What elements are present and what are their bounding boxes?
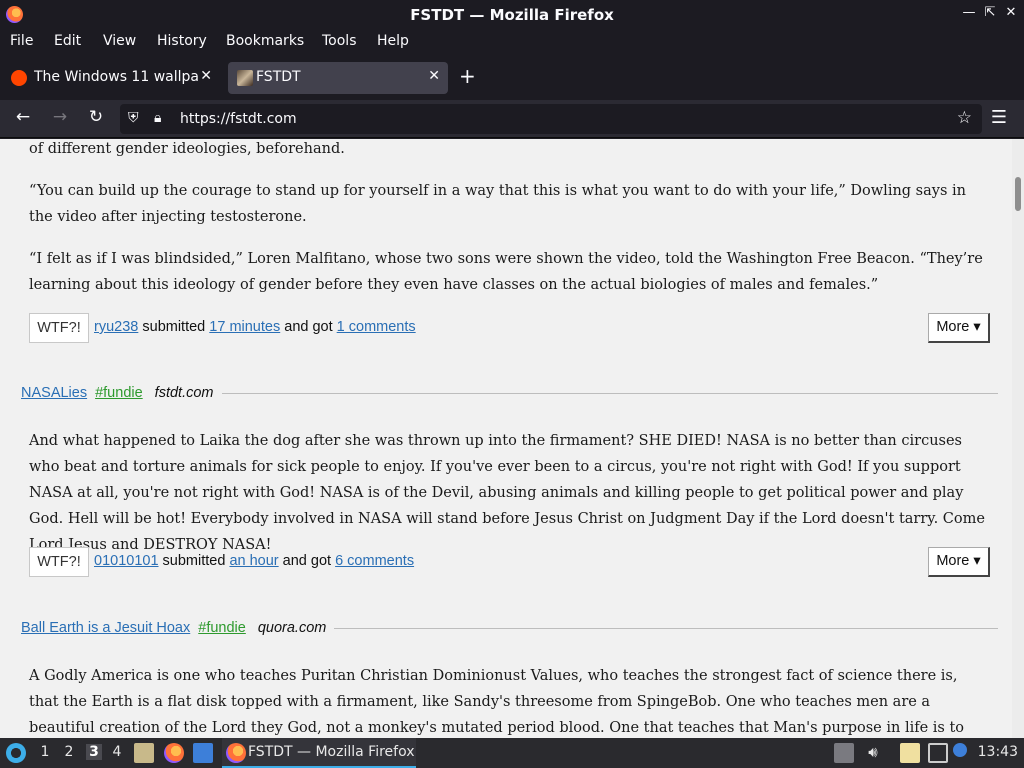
minimize-icon[interactable]: — [960, 5, 978, 20]
page-scrollbar[interactable] [1012, 139, 1024, 738]
app-launcher-icon[interactable] [6, 743, 26, 763]
navigation-bar: ← → ↻ ⛨ 🔒︎ ☆ ☰ [0, 100, 1024, 138]
workspace-1[interactable]: 1 [38, 744, 52, 760]
divider [221, 392, 998, 394]
file-manager-icon[interactable] [134, 743, 154, 763]
lock-icon[interactable]: 🔒︎ [154, 110, 161, 126]
tab-reddit[interactable]: The Windows 11 wallpap ✕ [2, 62, 220, 94]
restore-icon[interactable]: ⇱ [981, 5, 999, 20]
desktop-icon[interactable] [193, 743, 213, 763]
menu-view[interactable]: View [103, 33, 136, 49]
reddit-icon [11, 70, 27, 86]
notification-icon[interactable] [953, 743, 967, 757]
post-title-link[interactable]: Ball Earth is a Jesuit Hoax [21, 620, 190, 636]
window-title: FSTDT — Mozilla Firefox [410, 6, 614, 24]
menu-edit[interactable]: Edit [54, 33, 81, 49]
submitted-text: submitted [162, 553, 226, 569]
bookmark-star-icon[interactable]: ☆ [957, 108, 972, 128]
menu-help[interactable]: Help [377, 33, 409, 49]
user-link[interactable]: 01010101 [94, 553, 159, 569]
post-body: A Godly America is one who teaches Purit… [29, 668, 965, 736]
menu-bar: File Edit View History Bookmarks Tools H… [0, 30, 1024, 56]
comments-link[interactable]: 6 comments [335, 553, 414, 569]
tab-label: FSTDT [256, 69, 301, 85]
more-button[interactable]: More ▾ [928, 313, 990, 343]
system-taskbar: 1 2 3 4 FSTDT — Mozilla Firefox 🔊︎ 13:43 [0, 738, 1024, 768]
menu-bookmarks[interactable]: Bookmarks [226, 33, 304, 49]
url-input[interactable] [180, 109, 880, 129]
post-source: fstdt.com [154, 385, 214, 401]
firefox-launcher-icon[interactable] [164, 743, 184, 763]
tray-storage-icon[interactable] [834, 743, 854, 763]
volume-icon[interactable]: 🔊︎ [863, 743, 883, 763]
got-text: and got [282, 553, 332, 569]
reload-button[interactable]: ↻ [85, 107, 107, 127]
tab-label: The Windows 11 wallpap [34, 69, 200, 85]
post-title-link[interactable]: NASALies [21, 385, 87, 401]
time-link[interactable]: 17 minutes [209, 319, 280, 335]
post-header: Ball Earth is a Jesuit Hoax #fundie quor… [21, 618, 998, 638]
tab-bar: The Windows 11 wallpap ✕ FSTDT ✕ [0, 56, 1024, 100]
network-icon[interactable] [928, 743, 948, 763]
close-tab-icon[interactable]: ✕ [428, 68, 440, 84]
menu-history[interactable]: History [157, 33, 207, 49]
divider [334, 627, 998, 629]
forward-button[interactable]: → [49, 107, 71, 127]
article-quote: “I felt as if I was blindsided,” Loren M… [29, 251, 983, 293]
article-text: of different gender ideologies, beforeha… [29, 141, 345, 157]
workspace-3[interactable]: 3 [86, 744, 102, 760]
back-button[interactable]: ← [12, 107, 34, 127]
menu-file[interactable]: File [10, 33, 33, 49]
firefox-icon [226, 743, 246, 763]
workspace-2[interactable]: 2 [62, 744, 76, 760]
wtf-button[interactable]: WTF?! [29, 547, 89, 577]
tag-link[interactable]: #fundie [95, 385, 143, 401]
window-titlebar: FSTDT — Mozilla Firefox — ⇱ ✕ [0, 0, 1024, 30]
close-tab-icon[interactable]: ✕ [200, 68, 212, 84]
comments-link[interactable]: 1 comments [337, 319, 416, 335]
close-window-icon[interactable]: ✕ [1002, 5, 1020, 20]
post-footer: WTF?! 01010101 submitted an hour and got… [29, 547, 990, 577]
post-body: And what happened to Laika the dog after… [29, 433, 985, 553]
taskbar-firefox-task[interactable]: FSTDT — Mozilla Firefox [222, 738, 416, 768]
clock[interactable]: 13:43 [978, 744, 1018, 760]
clipboard-icon[interactable] [900, 743, 920, 763]
post-info: 01010101 submitted an hour and got 6 com… [94, 553, 414, 569]
wtf-button[interactable]: WTF?! [29, 313, 89, 343]
submitted-text: submitted [142, 319, 206, 335]
menu-tools[interactable]: Tools [322, 33, 357, 49]
post-header: NASALies #fundie fstdt.com [21, 383, 998, 403]
url-bar[interactable]: ⛨ 🔒︎ ☆ [120, 104, 982, 134]
shield-icon[interactable]: ⛨ [128, 110, 139, 126]
post-footer: WTF?! ryu238 submitted 17 minutes and go… [29, 313, 990, 343]
hamburger-menu-icon[interactable]: ☰ [988, 107, 1010, 128]
time-link[interactable]: an hour [229, 553, 278, 569]
task-label: FSTDT — Mozilla Firefox [248, 744, 415, 760]
fstdt-favicon-icon [237, 70, 253, 86]
more-button[interactable]: More ▾ [928, 547, 990, 577]
new-tab-button[interactable]: + [459, 64, 476, 88]
workspace-4[interactable]: 4 [110, 744, 124, 760]
post-source: quora.com [257, 620, 327, 636]
post-info: ryu238 submitted 17 minutes and got 1 co… [94, 319, 416, 335]
tag-link[interactable]: #fundie [198, 620, 246, 636]
user-link[interactable]: ryu238 [94, 319, 138, 335]
page-content: of different gender ideologies, beforeha… [0, 139, 1024, 738]
tab-fstdt[interactable]: FSTDT ✕ [228, 62, 448, 94]
got-text: and got [284, 319, 333, 335]
scrollbar-thumb[interactable] [1015, 177, 1021, 211]
article-quote: “You can build up the courage to stand u… [29, 183, 966, 225]
